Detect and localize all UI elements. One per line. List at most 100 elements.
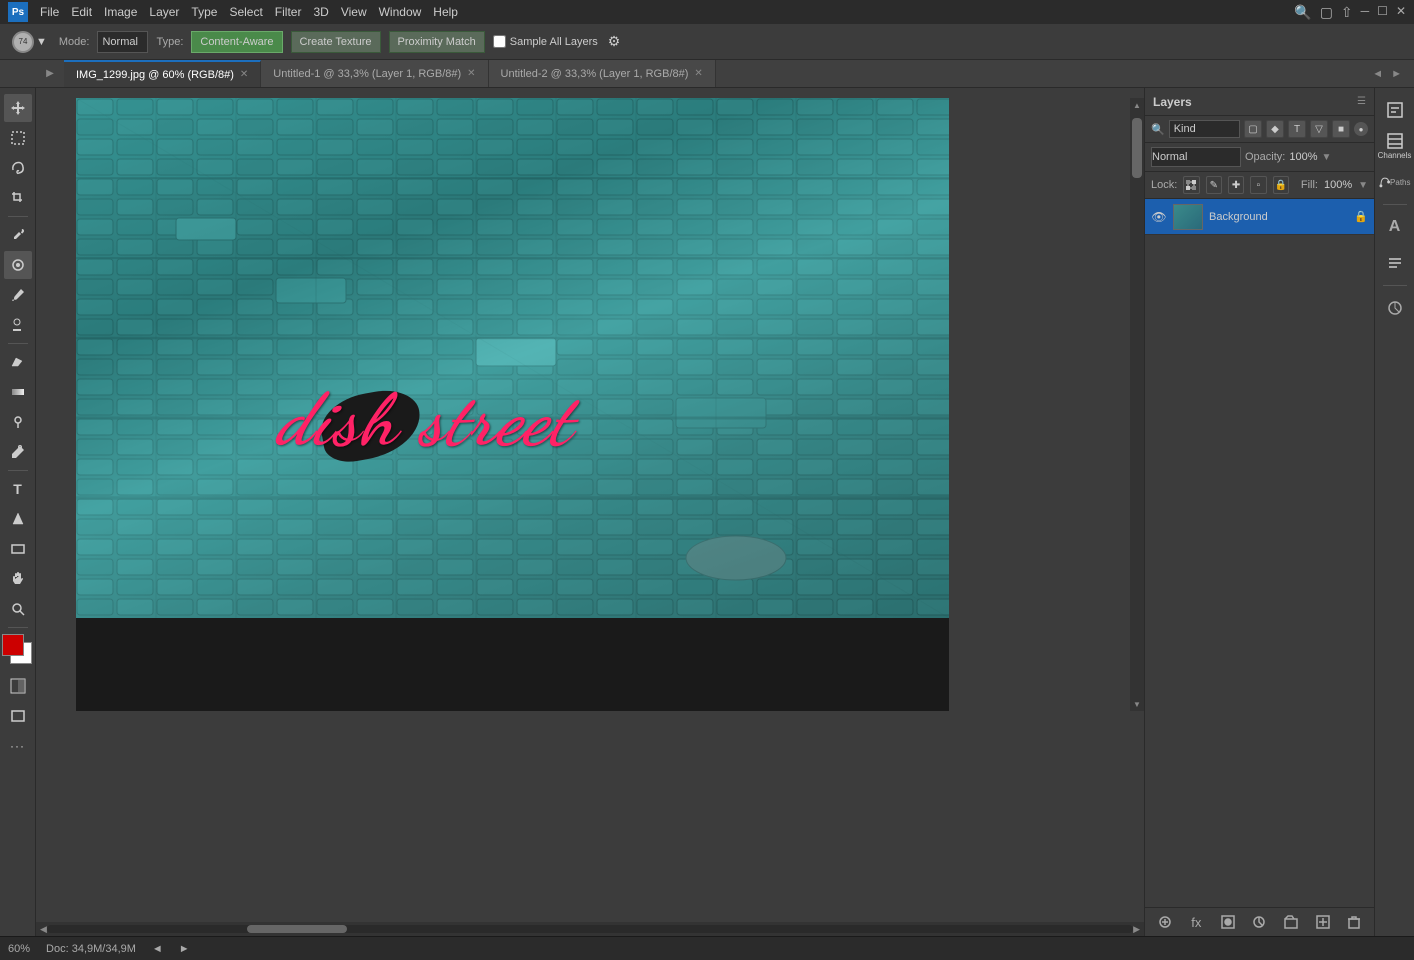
eyedropper-tool[interactable] <box>4 221 32 249</box>
menu-file[interactable]: File <box>40 5 59 19</box>
dodge-tool[interactable] <box>4 408 32 436</box>
layer-background[interactable]: 👁 Background 🔒 <box>1145 199 1374 235</box>
vscroll-thumb[interactable] <box>1132 118 1142 178</box>
screen-mode-btn[interactable] <box>4 702 32 730</box>
canvas[interactable]: dish street <box>76 98 949 711</box>
filter-toggle-btn[interactable]: ● <box>1354 122 1368 136</box>
paths-panel-btn[interactable]: Paths <box>1379 166 1411 198</box>
window-close[interactable]: ✕ <box>1396 4 1406 21</box>
menu-3d[interactable]: 3D <box>313 5 328 19</box>
channels-panel-btn[interactable]: Channels <box>1379 130 1411 162</box>
layer-adjustment-btn[interactable] <box>1249 912 1269 932</box>
content-aware-btn[interactable]: Content-Aware <box>191 31 282 53</box>
menu-help[interactable]: Help <box>433 5 458 19</box>
fill-arrow[interactable]: ▼ <box>1358 180 1368 191</box>
filter-pixel-icon[interactable]: ▢ <box>1244 120 1262 138</box>
menu-view[interactable]: View <box>341 5 367 19</box>
hscroll-left-arrow[interactable]: ◀ <box>40 924 47 935</box>
horizontal-scrollbar[interactable]: ◀ ▶ <box>36 922 1144 936</box>
tab-untitled1[interactable]: Untitled-1 @ 33,3% (Layer 1, RGB/8#) ✕ <box>261 60 488 87</box>
menu-type[interactable]: Type <box>191 5 217 19</box>
filter-smart-icon[interactable]: ■ <box>1332 120 1350 138</box>
menu-image[interactable]: Image <box>104 5 137 19</box>
vscroll-up-arrow[interactable]: ▲ <box>1132 100 1142 110</box>
window-maximize[interactable]: ☐ <box>1377 4 1388 21</box>
layer-new-btn[interactable] <box>1313 912 1333 932</box>
close-tab-3[interactable]: ✕ <box>694 68 702 79</box>
menu-filter[interactable]: Filter <box>275 5 302 19</box>
tab-scroll-left[interactable]: ▶ <box>40 60 60 87</box>
hscroll-right-arrow[interactable]: ▶ <box>1133 924 1140 935</box>
lock-artboard-btn[interactable]: ▫ <box>1250 176 1266 194</box>
zoom-tool[interactable] <box>4 595 32 623</box>
layer-lock-icon: 🔒 <box>1354 210 1368 223</box>
search-icon[interactable]: 🔍 <box>1294 4 1311 21</box>
layer-group-btn[interactable] <box>1281 912 1301 932</box>
vertical-scrollbar[interactable]: ▲ ▼ <box>1130 98 1144 711</box>
hscroll-track[interactable] <box>47 925 1133 933</box>
character-panel-btn[interactable]: A <box>1379 211 1411 243</box>
tab-arrow-left[interactable]: ◄ <box>1368 68 1387 80</box>
properties-panel-btn[interactable] <box>1379 94 1411 126</box>
gradient-tool[interactable] <box>4 378 32 406</box>
opacity-arrow[interactable]: ▼ <box>1322 152 1332 163</box>
heal-settings-btn[interactable]: ⚙ <box>606 31 623 52</box>
more-tools[interactable]: ··· <box>4 732 32 760</box>
mode-select[interactable]: Normal Replace Multiply <box>97 31 148 53</box>
pen-tool[interactable] <box>4 438 32 466</box>
menu-layer[interactable]: Layer <box>149 5 179 19</box>
layer-fx-btn[interactable]: fx <box>1186 912 1206 932</box>
lock-all-btn[interactable]: 🔒 <box>1273 176 1289 194</box>
lock-image-btn[interactable]: ✎ <box>1206 176 1222 194</box>
rectangle-tool[interactable] <box>4 535 32 563</box>
tab-img1299[interactable]: IMG_1299.jpg @ 60% (RGB/8#) ✕ <box>64 60 261 87</box>
quick-mask-toggle[interactable] <box>4 672 32 700</box>
lock-transparent-btn[interactable] <box>1183 176 1199 194</box>
healing-brush-tool-left[interactable] <box>4 251 32 279</box>
move-tool[interactable] <box>4 94 32 122</box>
share-icon[interactable]: ⇧ <box>1341 4 1353 21</box>
brush-tool[interactable] <box>4 281 32 309</box>
close-tab-1[interactable]: ✕ <box>240 69 248 80</box>
layer-visibility-eye[interactable]: 👁 <box>1151 209 1167 225</box>
menu-select[interactable]: Select <box>229 5 262 19</box>
color-swatches <box>2 634 34 666</box>
sample-all-checkbox[interactable] <box>493 35 506 48</box>
status-arrow-right[interactable]: ► <box>179 943 190 955</box>
tab-untitled2[interactable]: Untitled-2 @ 33,3% (Layer 1, RGB/8#) ✕ <box>489 60 716 87</box>
vscroll-down-arrow[interactable]: ▼ <box>1132 699 1142 709</box>
create-texture-btn[interactable]: Create Texture <box>291 31 381 53</box>
status-arrow-left[interactable]: ◄ <box>152 943 163 955</box>
filter-type-icon[interactable]: T <box>1288 120 1306 138</box>
adjustments-panel-btn[interactable] <box>1379 292 1411 324</box>
blend-mode-select[interactable]: Normal <box>1151 147 1241 167</box>
path-selection-tool[interactable] <box>4 505 32 533</box>
proximity-match-btn[interactable]: Proximity Match <box>389 31 485 53</box>
lasso-tool[interactable] <box>4 154 32 182</box>
menu-window[interactable]: Window <box>379 5 422 19</box>
marquee-tool[interactable] <box>4 124 32 152</box>
layers-panel-menu-btn[interactable]: ☰ <box>1357 96 1366 107</box>
layers-kind-select[interactable]: Kind <box>1169 120 1240 138</box>
hscroll-thumb[interactable] <box>247 925 347 933</box>
filter-adjustment-icon[interactable]: ◆ <box>1266 120 1284 138</box>
hand-tool[interactable] <box>4 565 32 593</box>
layer-link-btn[interactable] <box>1155 912 1175 932</box>
lock-position-btn[interactable]: ✚ <box>1228 176 1244 194</box>
layer-delete-btn[interactable] <box>1344 912 1364 932</box>
canvas-container[interactable]: dish street ▲ ▼ <box>36 88 1144 922</box>
crop-tool[interactable] <box>4 184 32 212</box>
tab-arrow-right[interactable]: ► <box>1387 68 1406 80</box>
healing-brush-tool[interactable]: 74 ▼ <box>8 29 51 55</box>
paragraph-panel-btn[interactable] <box>1379 247 1411 279</box>
text-tool[interactable]: T <box>4 475 32 503</box>
filter-vector-icon[interactable]: ▽ <box>1310 120 1328 138</box>
window-minimize[interactable]: ─ <box>1361 4 1370 21</box>
menu-edit[interactable]: Edit <box>71 5 92 19</box>
stamp-tool[interactable] <box>4 311 32 339</box>
layer-mask-btn[interactable] <box>1218 912 1238 932</box>
workspace-icon[interactable]: ▢ <box>1320 4 1333 21</box>
eraser-tool[interactable] <box>4 348 32 376</box>
foreground-color-swatch[interactable] <box>2 634 24 656</box>
close-tab-2[interactable]: ✕ <box>467 68 475 79</box>
